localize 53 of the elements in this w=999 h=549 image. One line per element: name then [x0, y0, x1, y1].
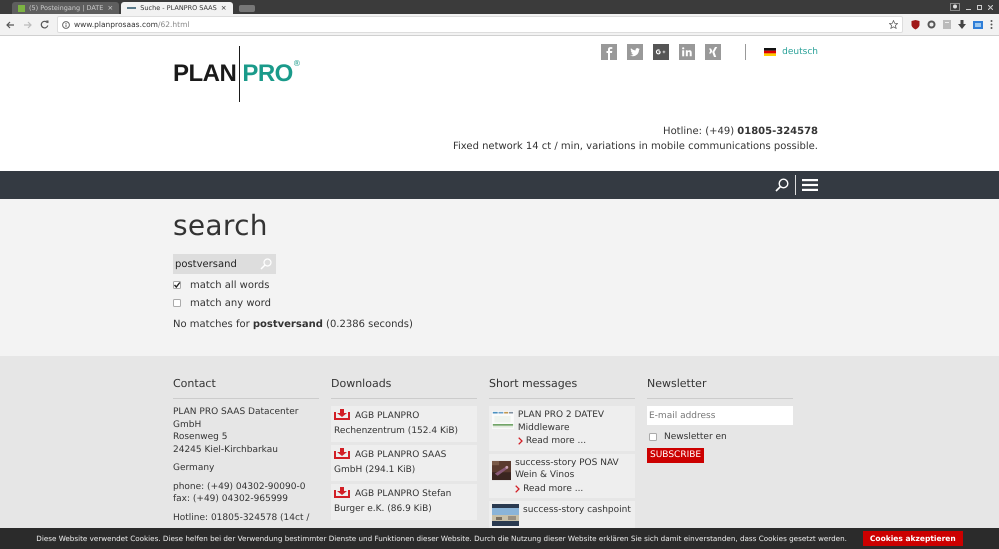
- close-icon[interactable]: [988, 4, 993, 10]
- social-icon[interactable]: [653, 44, 670, 60]
- contact-line: fax: (+49) 04302-965999: [173, 493, 290, 506]
- download-icon: [334, 448, 350, 459]
- page-icon: [127, 6, 136, 10]
- chevron-icon: [515, 484, 520, 493]
- maximize-icon[interactable]: [977, 4, 982, 10]
- contact-line: 24245 Kiel-Kirchbarkau: [173, 444, 279, 456]
- checkbox[interactable]: [649, 433, 657, 442]
- option-label: Newsletter en: [664, 431, 727, 444]
- new-tab-button[interactable]: [238, 5, 255, 12]
- logo[interactable]: PLAN PRO$^{®}$: [173, 46, 301, 102]
- result-message: No matches for postversand (0.2386 seconds): [173, 319, 413, 330]
- checked-checkbox[interactable]: [173, 281, 181, 289]
- option-label: match any word: [190, 298, 271, 308]
- wheel-icon[interactable]: [927, 20, 936, 29]
- page-icon: [18, 4, 25, 12]
- hotline-note: Fixed network 14 ct / min, variations in mobile communications possible.: [452, 140, 818, 154]
- download-icon[interactable]: [958, 20, 966, 29]
- chevron-icon: [518, 437, 523, 446]
- download-icon: [334, 409, 350, 420]
- star-icon[interactable]: [889, 20, 898, 29]
- option-label: match all words: [190, 280, 270, 290]
- reload-icon[interactable]: [40, 20, 49, 29]
- column-heading: Contact: [173, 377, 319, 399]
- message-title[interactable]: success-story POS NAV Wein & Vinos: [515, 456, 632, 482]
- download-icon: [334, 487, 350, 498]
- contact-line: PLAN PRO SAAS Datacenter GmbH: [173, 406, 300, 431]
- column-heading: Newsletter: [647, 377, 793, 399]
- profile-icon[interactable]: [950, 3, 960, 11]
- read-more-link[interactable]: Read more ...: [526, 435, 586, 448]
- email-field[interactable]: E-mail address: [647, 406, 793, 425]
- menu-icon[interactable]: [802, 179, 818, 191]
- flag-icon[interactable]: [764, 48, 776, 56]
- search-field[interactable]: postversand: [173, 254, 276, 274]
- screen-icon[interactable]: [973, 20, 983, 28]
- info-icon: [62, 20, 70, 28]
- hotline-text: Hotline: (+49) 01805-324578: [662, 125, 818, 139]
- contact-line: Hotline: 01805-324578 (14ct /: [173, 512, 310, 524]
- page-title: search: [173, 209, 268, 242]
- read-more-link[interactable]: Read more ...: [523, 482, 584, 495]
- subscribe-button[interactable]: SUBSCRIBE: [647, 448, 704, 462]
- checkbox[interactable]: [173, 299, 181, 307]
- contact-line: phone: (+49) 04302-90090-0: [173, 480, 306, 493]
- more-icon[interactable]: [990, 20, 993, 29]
- contact-line: Germany: [173, 462, 216, 474]
- search-icon[interactable]: [775, 178, 789, 192]
- column-heading: Short messages: [489, 377, 635, 399]
- contact-line: Rosenweg 5: [173, 431, 228, 444]
- column-heading: Downloads: [331, 377, 477, 399]
- shield-icon[interactable]: [911, 20, 920, 30]
- message-title[interactable]: PLAN PRO 2 DATEV Middleware: [518, 409, 632, 434]
- back-icon[interactable]: [6, 20, 15, 28]
